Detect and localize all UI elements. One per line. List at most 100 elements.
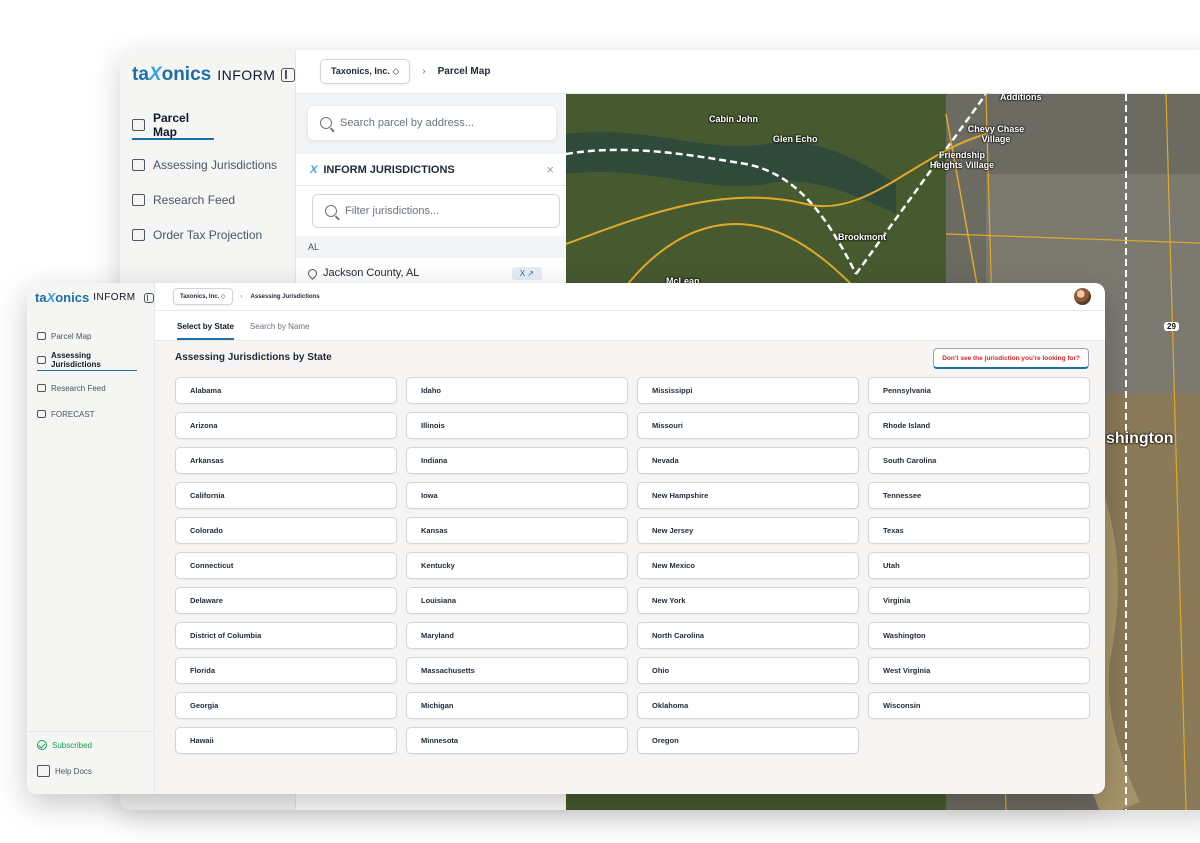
map-label: Chevy Chase Village	[967, 124, 1025, 144]
state-button[interactable]: Nevada	[637, 447, 859, 474]
breadcrumb-current: Parcel Map	[437, 66, 491, 77]
taxonics-x-icon: X	[310, 163, 318, 176]
state-button[interactable]: Mississippi	[637, 377, 859, 404]
state-button[interactable]: Wisconsin	[868, 692, 1090, 719]
state-button[interactable]: South Carolina	[868, 447, 1090, 474]
jurisdictions-filter-input[interactable]: Filter jurisdictions...	[312, 194, 560, 228]
state-button[interactable]: Texas	[868, 517, 1090, 544]
state-button[interactable]: Idaho	[406, 377, 628, 404]
sidebar-item-research-feed[interactable]: Research Feed	[37, 375, 137, 401]
location-pin-icon	[306, 266, 319, 280]
sidebar-item-forecast[interactable]: FORECAST	[37, 401, 137, 427]
help-docs-link[interactable]: Help Docs	[37, 758, 92, 784]
map-label: Cabin John	[709, 114, 758, 124]
search-icon	[325, 205, 337, 217]
state-button[interactable]: Oregon	[637, 727, 859, 754]
state-button[interactable]: Colorado	[175, 517, 397, 544]
breadcrumb-current: Assessing Jurisdictions	[250, 293, 320, 300]
state-button[interactable]: New Hampshire	[637, 482, 859, 509]
state-button[interactable]: Oklahoma	[637, 692, 859, 719]
state-button[interactable]: North Carolina	[637, 622, 859, 649]
avatar[interactable]	[1074, 288, 1091, 305]
sidebar-item-order-tax-projection[interactable]: Order Tax Projection	[132, 217, 277, 252]
book-icon	[37, 765, 50, 777]
state-button[interactable]: Missouri	[637, 412, 859, 439]
topbar: Taxonics, Inc. ◇ › Assessing Jurisdictio…	[155, 283, 1105, 311]
state-button[interactable]: Pennsylvania	[868, 377, 1090, 404]
bank-icon	[37, 355, 46, 364]
state-button[interactable]: Delaware	[175, 587, 397, 614]
sidebar: taXonics INFORM Parcel Map Assessing Jur…	[27, 283, 155, 794]
tab-search-by-name[interactable]: Search by Name	[250, 322, 310, 340]
state-button[interactable]: Hawaii	[175, 727, 397, 754]
back-sidebar-nav: Parcel Map Assessing Jurisdictions Resea…	[132, 111, 277, 252]
state-button[interactable]: Ohio	[637, 657, 859, 684]
tab-bar: Select by State Search by Name	[155, 311, 1105, 341]
state-button[interactable]: Michigan	[406, 692, 628, 719]
parcel-search-input[interactable]: Search parcel by address...	[308, 106, 556, 140]
state-button[interactable]: Utah	[868, 552, 1090, 579]
state-button[interactable]: California	[175, 482, 397, 509]
feed-icon	[37, 384, 46, 392]
map-label: shington	[1106, 430, 1174, 447]
back-topbar: Taxonics, Inc. ◇ › Parcel Map	[296, 50, 1200, 94]
state-button[interactable]: Illinois	[406, 412, 628, 439]
state-button[interactable]: Washington	[868, 622, 1090, 649]
state-button[interactable]: Kentucky	[406, 552, 628, 579]
state-button[interactable]: West Virginia	[868, 657, 1090, 684]
state-button[interactable]: Massachusetts	[406, 657, 628, 684]
table-icon	[132, 228, 145, 241]
state-button[interactable]: Minnesota	[406, 727, 628, 754]
close-icon[interactable]: ×	[546, 162, 554, 177]
chevron-right-icon: ›	[422, 66, 426, 77]
app-logo: taXonics INFORM	[132, 64, 296, 86]
missing-jurisdiction-button[interactable]: Don't see the jurisdiction you're lookin…	[933, 348, 1089, 369]
state-button[interactable]: New Jersey	[637, 517, 859, 544]
sidebar-item-parcel-map[interactable]: Parcel Map	[132, 111, 214, 140]
state-button[interactable]: Arizona	[175, 412, 397, 439]
state-button[interactable]: Georgia	[175, 692, 397, 719]
search-icon	[320, 117, 332, 129]
check-circle-icon	[37, 740, 47, 750]
org-selector[interactable]: Taxonics, Inc. ◇	[320, 59, 411, 84]
state-button[interactable]: Indiana	[406, 447, 628, 474]
state-button[interactable]: Kansas	[406, 517, 628, 544]
sidebar-item-parcel-map[interactable]: Parcel Map	[37, 323, 137, 349]
sidebar-item-research-feed[interactable]: Research Feed	[132, 182, 277, 217]
sidebar-item-assessing-jurisdictions[interactable]: Assessing Jurisdictions	[37, 349, 137, 371]
map-label: Friendship Heights Village	[929, 150, 995, 170]
state-button[interactable]: Virginia	[868, 587, 1090, 614]
state-button[interactable]: Rhode Island	[868, 412, 1090, 439]
stage: taXonics INFORM Parcel Map Assessing Jur…	[0, 0, 1200, 843]
route-shield: 29	[1164, 322, 1179, 331]
jurisdictions-header: X INFORM JURISDICTIONS ×	[296, 154, 568, 186]
sidebar-collapse-icon[interactable]	[143, 292, 154, 303]
state-button[interactable]: Tennessee	[868, 482, 1090, 509]
map-label: Glen Echo	[773, 134, 818, 144]
state-button[interactable]: Arkansas	[175, 447, 397, 474]
state-button[interactable]: New Mexico	[637, 552, 859, 579]
state-button[interactable]: Florida	[175, 657, 397, 684]
state-button[interactable]: Connecticut	[175, 552, 397, 579]
map-icon	[132, 119, 145, 131]
state-button[interactable]: Iowa	[406, 482, 628, 509]
state-button[interactable]: Alabama	[175, 377, 397, 404]
subscribed-status[interactable]: Subscribed	[37, 732, 92, 758]
front-app-window: taXonics INFORM Parcel Map Assessing Jur…	[27, 283, 1105, 794]
state-button[interactable]: Maryland	[406, 622, 628, 649]
sidebar-item-assessing-jurisdictions[interactable]: Assessing Jurisdictions	[132, 147, 277, 182]
sidebar-collapse-icon[interactable]	[281, 68, 296, 82]
state-button[interactable]: New York	[637, 587, 859, 614]
state-grid: Alabama Arizona Arkansas California Colorado…	[175, 377, 1090, 754]
chevron-right-icon: ›	[240, 293, 243, 300]
sidebar-nav: Parcel Map Assessing Jurisdictions Resea…	[37, 323, 137, 427]
table-icon	[37, 410, 46, 418]
tab-select-by-state[interactable]: Select by State	[177, 322, 234, 340]
open-jurisdiction-button[interactable]: X ↗	[511, 266, 542, 280]
app-logo: taXonics INFORM	[35, 290, 154, 305]
org-selector[interactable]: Taxonics, Inc. ◇	[173, 288, 233, 305]
state-button[interactable]: Louisiana	[406, 587, 628, 614]
jurisdiction-group-header: AL	[296, 236, 568, 258]
bank-icon	[132, 158, 145, 171]
state-button[interactable]: District of Columbia	[175, 622, 397, 649]
